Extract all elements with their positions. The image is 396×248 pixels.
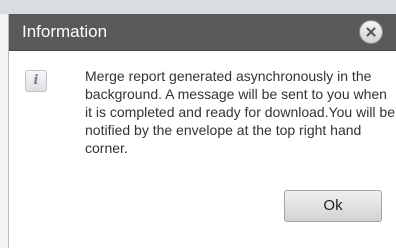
dialog-title: Information <box>22 22 108 41</box>
background-page-strip <box>0 0 396 14</box>
info-icon: i <box>25 70 47 92</box>
information-dialog: Information i Merge report generated asy… <box>8 14 396 248</box>
close-button[interactable] <box>359 20 383 44</box>
ok-button[interactable]: Ok <box>284 190 382 222</box>
dialog-titlebar: Information <box>9 14 396 51</box>
close-icon <box>366 27 376 37</box>
dialog-message: Merge report generated asynchronously in… <box>85 68 396 156</box>
